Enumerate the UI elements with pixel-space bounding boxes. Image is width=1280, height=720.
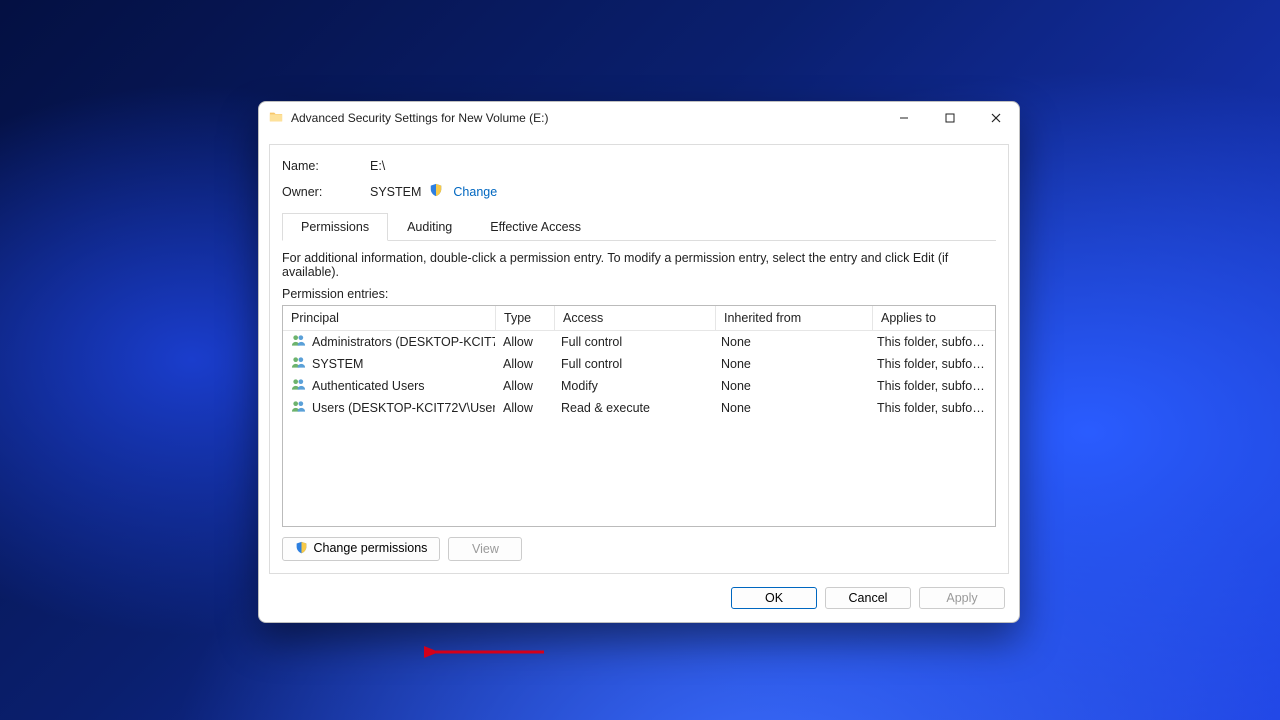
minimize-button[interactable] (881, 102, 927, 134)
change-permissions-button[interactable]: Change permissions (282, 537, 440, 561)
ok-button[interactable]: OK (731, 587, 817, 609)
window-title: Advanced Security Settings for New Volum… (291, 111, 548, 125)
principal-cell: Administrators (DESKTOP-KCIT7... (312, 333, 495, 351)
inherited-cell: None (713, 397, 869, 419)
apply-button[interactable]: Apply (919, 587, 1005, 609)
applies-cell: This folder, subfolders and files (869, 331, 995, 353)
inherited-cell: None (713, 331, 869, 353)
inherited-cell: None (713, 375, 869, 397)
owner-label: Owner: (282, 185, 370, 199)
tabstrip: Permissions Auditing Effective Access (282, 212, 996, 241)
cancel-button[interactable]: Cancel (825, 587, 911, 609)
access-cell: Full control (553, 353, 713, 375)
principal-cell: Authenticated Users (312, 377, 425, 395)
principal-cell: Users (DESKTOP-KCIT72V\Users) (312, 399, 495, 417)
type-cell: Allow (495, 375, 553, 397)
shield-icon (295, 541, 308, 557)
tab-auditing[interactable]: Auditing (388, 213, 471, 241)
folder-icon (269, 110, 283, 127)
change-permissions-label: Change permissions (313, 541, 427, 555)
table-row[interactable]: Users (DESKTOP-KCIT72V\Users)AllowRead &… (283, 397, 995, 419)
table-row[interactable]: Administrators (DESKTOP-KCIT7...AllowFul… (283, 331, 995, 353)
main-panel: Name: E:\ Owner: SYSTEM Change Permissio… (269, 144, 1009, 574)
description-text: For additional information, double-click… (282, 251, 996, 279)
shield-icon (429, 183, 443, 200)
inherited-cell: None (713, 353, 869, 375)
type-cell: Allow (495, 331, 553, 353)
type-cell: Allow (495, 353, 553, 375)
access-cell: Modify (553, 375, 713, 397)
advanced-security-window: Advanced Security Settings for New Volum… (258, 101, 1020, 623)
view-button[interactable]: View (448, 537, 522, 561)
list-header: Principal Type Access Inherited from App… (283, 306, 995, 331)
change-owner-link[interactable]: Change (453, 185, 497, 199)
column-applies[interactable]: Applies to (873, 306, 995, 330)
access-cell: Read & execute (553, 397, 713, 419)
applies-cell: This folder, subfolders and files (869, 375, 995, 397)
column-access[interactable]: Access (555, 306, 716, 330)
column-type[interactable]: Type (496, 306, 555, 330)
users-icon (291, 333, 306, 351)
users-icon (291, 355, 306, 373)
type-cell: Allow (495, 397, 553, 419)
name-value: E:\ (370, 159, 385, 173)
owner-value: SYSTEM (370, 185, 421, 199)
maximize-button[interactable] (927, 102, 973, 134)
column-inherited[interactable]: Inherited from (716, 306, 873, 330)
titlebar: Advanced Security Settings for New Volum… (259, 102, 1019, 134)
dialog-footer: OK Cancel Apply (259, 574, 1019, 622)
tab-permissions[interactable]: Permissions (282, 213, 388, 241)
applies-cell: This folder, subfolders and files (869, 353, 995, 375)
table-row[interactable]: SYSTEM AllowFull controlNoneThis folder, … (283, 353, 995, 375)
entries-label: Permission entries: (282, 287, 996, 301)
close-button[interactable] (973, 102, 1019, 134)
principal-cell: SYSTEM (312, 355, 363, 373)
permission-entries-list[interactable]: Principal Type Access Inherited from App… (282, 305, 996, 527)
tab-effective-access[interactable]: Effective Access (471, 213, 600, 241)
users-icon (291, 377, 306, 395)
applies-cell: This folder, subfolders and files (869, 397, 995, 419)
column-principal[interactable]: Principal (283, 306, 496, 330)
table-row[interactable]: Authenticated Users AllowModifyNoneThis f… (283, 375, 995, 397)
access-cell: Full control (553, 331, 713, 353)
users-icon (291, 399, 306, 417)
name-label: Name: (282, 159, 370, 173)
